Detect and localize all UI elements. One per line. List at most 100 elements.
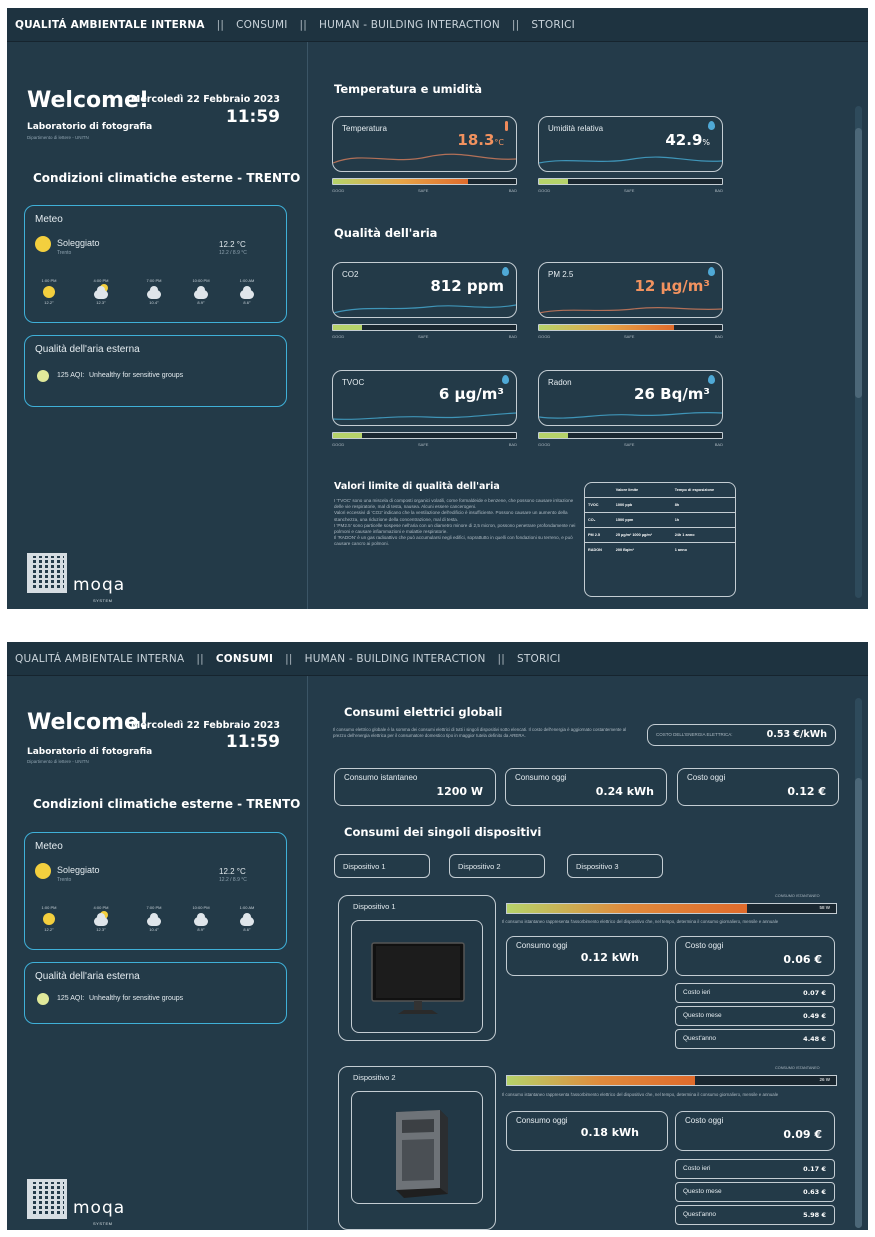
thermometer-icon [505, 121, 508, 131]
scale-safe: SAFE [418, 334, 429, 339]
forecast-temp: 8.6° [243, 300, 251, 305]
device-3-button[interactable]: Dispositivo 3 [567, 854, 663, 878]
forecast-temp: 12.3° [96, 927, 106, 932]
metric-label: Radon [548, 378, 572, 387]
card-value: 0.18 kWh [580, 1126, 639, 1139]
scrollbar[interactable] [855, 698, 862, 1228]
screenshot-consumi: QUALITÁ AMBIENTALE INTERNA || CONSUMI ||… [7, 642, 868, 1230]
time-label: 11:59 [225, 732, 280, 752]
device-today-consumption: Consumo oggi 0.12 kWh [506, 936, 668, 976]
metric-number: 42.9 [665, 131, 703, 149]
aqi-value: 125 AQI: [57, 372, 85, 379]
metric-value: 42.9% [665, 131, 710, 149]
divider [307, 676, 308, 1230]
nav-separator: || [497, 652, 506, 665]
meteo-temp: 12.2 °C [219, 240, 246, 249]
nav-tab-human[interactable]: HUMAN - BUILDING INTERACTION [319, 19, 500, 31]
card-label: Costo oggi [685, 1116, 724, 1125]
scale-safe: SAFE [624, 334, 635, 339]
metric-card[interactable]: Temperatura 18.3°C [332, 116, 517, 172]
external-title: Condizioni climatiche esterne - TRENTO [33, 171, 301, 185]
section-temp-title: Temperatura e umidità [334, 82, 483, 96]
nav-separator: || [299, 18, 307, 31]
card-label: Consumo istantaneo [344, 773, 418, 782]
row-value: 4.48 € [803, 1035, 826, 1043]
metric-card[interactable]: TVOC 6 µg/m³ [332, 370, 517, 426]
consumi-title: Consumi elettrici globali [344, 705, 503, 719]
scale-good: GOOD [538, 442, 551, 447]
card-label: Costo oggi [687, 773, 726, 782]
meteo-range: 12.2 / 8.9 °C [219, 877, 247, 883]
metric-card[interactable]: Radon 26 Bq/m³ [538, 370, 723, 426]
device-image-frame [351, 1091, 483, 1204]
qr-code-icon [27, 553, 67, 593]
nav-tab-human[interactable]: HUMAN - BUILDING INTERACTION [305, 653, 486, 665]
nav-tab-consumi[interactable]: CONSUMI [236, 19, 287, 31]
energy-cost-value: 0.53 €/kWh [766, 729, 827, 740]
device-1-button[interactable]: Dispositivo 1 [334, 854, 430, 878]
forecast-hour: 7:00 PM [146, 905, 162, 910]
forecast-hour: 7:00 PM [146, 278, 162, 283]
device-image-frame [351, 920, 483, 1033]
metric-card[interactable]: CO2 812 ppm [332, 262, 517, 318]
card-value: 0.12 kWh [580, 951, 639, 964]
nav-tab-storici[interactable]: STORICI [517, 653, 561, 665]
inst-label: CONSUMO ISTANTANEO [775, 894, 820, 898]
level-bar [538, 432, 723, 439]
meteo-temp: 12.2 °C [219, 867, 246, 876]
divider [307, 42, 308, 609]
meteo-title: Meteo [35, 214, 63, 225]
nav-tab-consumi[interactable]: CONSUMI [216, 653, 273, 665]
droplet-icon [708, 375, 715, 384]
energy-cost-box: COSTO DELL'ENERGIA ELETTRICA: 0.53 €/kWh [647, 724, 836, 746]
scale-bad: BAD [714, 188, 723, 193]
level-bar-fill [539, 433, 569, 438]
consumo-istantaneo-card: Consumo istantaneo 1200 W [334, 768, 496, 806]
bar-watts: 26 W [819, 1077, 830, 1082]
metric-label: TVOC [342, 378, 365, 387]
scale-bad: BAD [714, 334, 723, 339]
forecast-hour: 10:00 PM [192, 905, 210, 910]
meteo-condition: Soleggiato [57, 865, 100, 875]
level-bar-fill [539, 325, 675, 330]
top-nav: QUALITÁ AMBIENTALE INTERNA || CONSUMI ||… [7, 642, 868, 676]
metric-label: Temperatura [342, 124, 387, 133]
location-sub: Dipartimento di lettere - UNITN [27, 135, 89, 140]
nav-tab-qualita[interactable]: QUALITÁ AMBIENTALE INTERNA [15, 19, 205, 31]
metric-card[interactable]: Umidità relativa 42.9% [538, 116, 723, 172]
inst-desc: Il consumo istantaneo rappresenta l'asso… [502, 919, 779, 924]
metric-value: 26 Bq/m³ [634, 385, 710, 403]
moqa-logo: moqa [73, 575, 126, 595]
inst-desc: Il consumo istantaneo rappresenta l'asso… [502, 1092, 779, 1097]
aqi-label: Unhealthy for sensitive groups [89, 372, 184, 379]
forecast-temp: 12.3° [96, 300, 106, 305]
nav-tab-storici[interactable]: STORICI [531, 19, 575, 31]
consumo-oggi-card: Consumo oggi 0.24 kWh [505, 768, 667, 806]
consumo-istantaneo-bar: 58 W [506, 903, 837, 914]
forecast-hour: 10:00 PM [192, 278, 210, 283]
section-air-title: Qualità dell'aria [334, 226, 438, 240]
limits-col-1: Valore limite [612, 483, 672, 498]
nav-tab-qualita[interactable]: QUALITÁ AMBIENTALE INTERNA [15, 653, 184, 665]
cloud-icon [147, 286, 161, 299]
card-label: Consumo oggi [516, 941, 568, 950]
limits-cell: 1000 ppb [612, 497, 672, 513]
forecast-hour: 1:00 PM [41, 905, 57, 910]
limits-cell: 24h 1 anno [671, 527, 735, 543]
scrollbar[interactable] [855, 106, 862, 598]
scrollbar-thumb[interactable] [855, 778, 862, 1228]
device-2-button[interactable]: Dispositivo 2 [449, 854, 545, 878]
metric-card[interactable]: PM 2.5 12 µg/m³ [538, 262, 723, 318]
card-label: Costo oggi [685, 941, 724, 950]
card-value: 1200 W [436, 785, 483, 798]
metric-number: 812 ppm [430, 277, 504, 295]
location-name: Laboratorio di fotografia [27, 747, 153, 757]
nav-separator: || [511, 18, 520, 31]
devices-title: Consumi dei singoli dispositivi [344, 825, 542, 839]
screenshot-iaq: QUALITÁ AMBIENTALE INTERNA || CONSUMI ||… [7, 8, 868, 609]
sun-icon [43, 913, 55, 925]
scrollbar-thumb[interactable] [855, 128, 862, 398]
metric-number: 6 µg/m³ [438, 385, 504, 403]
cost-row: Questo mese 0.63 € [675, 1182, 835, 1202]
air-card: Qualità dell'aria esterna 125 AQI: Unhea… [24, 962, 287, 1024]
